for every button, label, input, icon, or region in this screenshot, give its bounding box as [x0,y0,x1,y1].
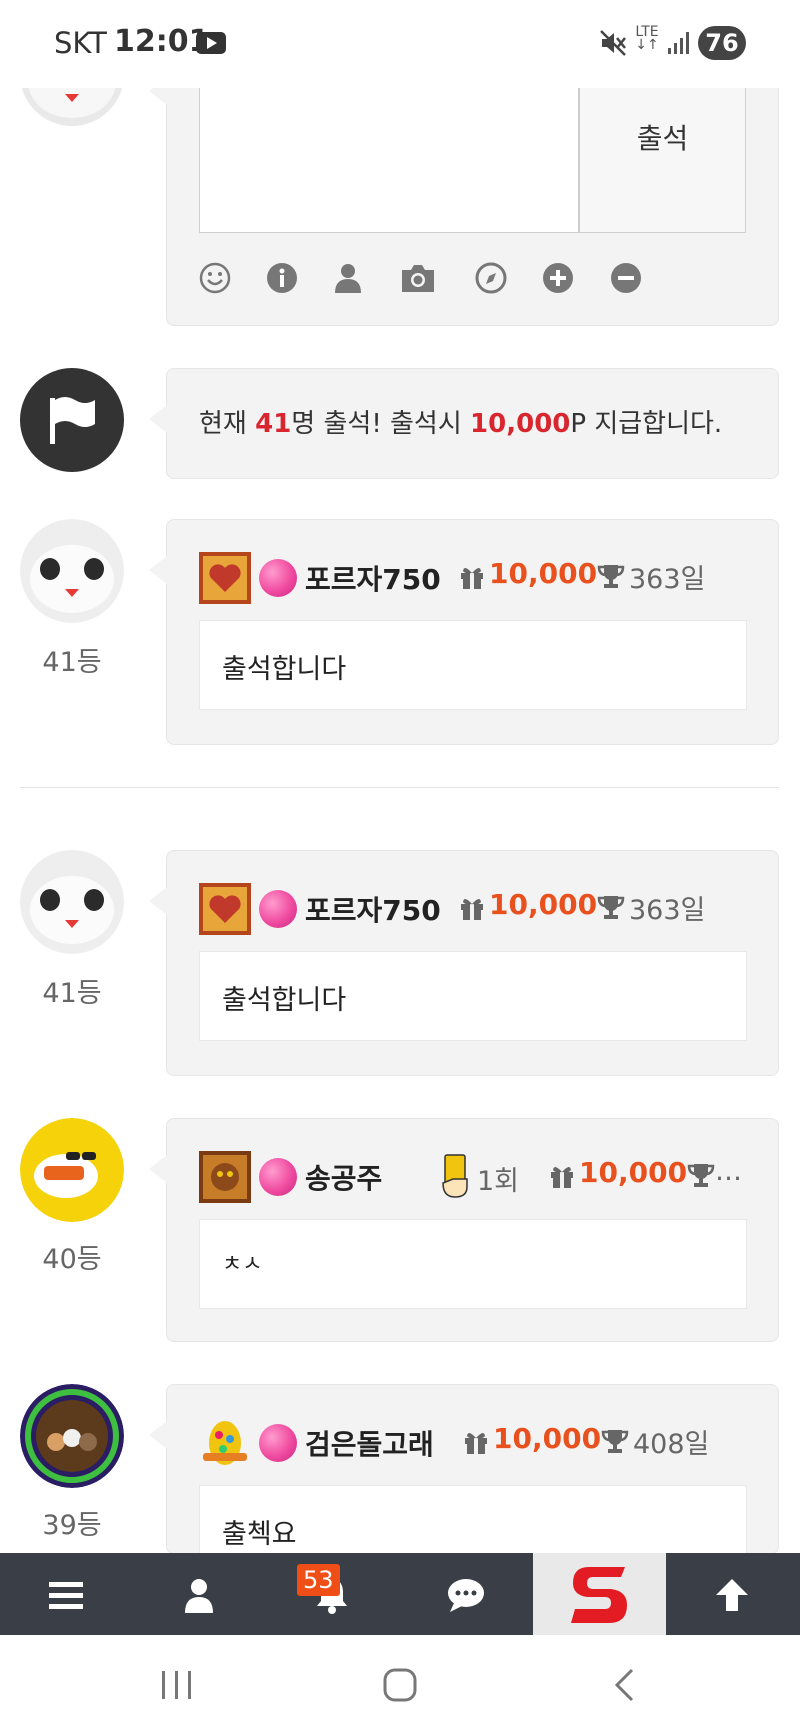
gift-icon [461,898,483,920]
menu-icon [49,1582,83,1609]
rank-label: 39등 [42,1510,102,1541]
mute-icon [600,30,626,56]
rank-label: 40등 [42,1244,102,1275]
battery-level: 76 [698,26,746,60]
gift-icon [551,1166,573,1188]
level-badge-icon [199,883,251,935]
rank-label: 41등 [42,647,102,678]
carrier-label: SKT [54,26,107,60]
trophy-icon [597,896,625,919]
trophy-icon [687,1164,715,1187]
info-icon[interactable] [265,261,299,295]
entry-message: 출석합니다 [222,654,347,685]
plus-circle-icon[interactable] [541,261,575,295]
bottom-nav [0,1553,800,1635]
attendance-entry: 송공주 1회 10,000 … ㅊㅅ [149,1118,779,1342]
attendance-days: 363일 [629,895,706,926]
chat-icon [448,1579,484,1612]
points-value: 10,000 [579,1156,688,1189]
points-value: 10,000 [493,1422,602,1455]
user-icon [185,1579,213,1613]
trophy-icon [601,1430,629,1453]
grade-icon [259,890,297,928]
attendance-entry: 포르자750 10,000 363일 출석합니다 [149,850,779,1076]
attendance-notice: 현재 41명 출석! 출석시 10,000P 지급합니다. [149,368,779,479]
nickname[interactable]: 포르자750 [305,889,441,929]
recent-apps-icon[interactable] [160,1669,194,1701]
attendance-entry: 검은돌고래 10,000 408일 출첵요 [149,1384,779,1575]
smile-icon[interactable] [198,261,232,295]
points-value: 10,000 [489,557,598,590]
signal-icon [668,32,689,54]
site-logo [571,1567,627,1623]
compass-icon[interactable] [474,261,508,295]
chat-button[interactable] [400,1553,532,1635]
entry-message-box: 출석합니다 [199,951,747,1041]
nickname[interactable]: 포르자750 [305,558,441,598]
avatar [20,519,124,623]
attendance-days: … [715,1156,742,1187]
entry-message-box: ㅊㅅ [199,1219,747,1309]
youtube-icon [196,32,226,54]
grade-icon [259,559,297,597]
notice-avatar [20,368,124,472]
network-type: LTE ↓↑ [635,24,659,53]
back-icon[interactable] [612,1667,636,1703]
site-logo-button[interactable] [533,1553,666,1635]
entry-message: ㅊㅅ [222,1252,263,1277]
gift-icon [461,567,483,589]
notice-text: 현재 41명 출석! 출석시 10,000P 지급합니다. [199,409,723,439]
card-count: 1회 [477,1166,520,1197]
entry-message-box: 출석합니다 [199,620,747,710]
profile-button[interactable] [133,1553,265,1635]
menu-button[interactable] [0,1553,132,1635]
avatar [20,850,124,954]
attendance-days: 363일 [629,564,706,595]
nickname[interactable]: 검은돌고래 [305,1423,434,1463]
minus-circle-icon[interactable] [609,261,643,295]
entry-message: 출석합니다 [222,985,347,1016]
notification-badge: 53 [297,1564,340,1596]
camera-icon[interactable] [399,261,437,295]
level-badge-icon [199,552,251,604]
points-value: 10,000 [489,888,598,921]
gift-icon [465,1432,487,1454]
avatar [20,1118,124,1222]
flag-icon [50,397,95,444]
user-icon[interactable] [331,261,365,295]
grade-icon [259,1158,297,1196]
grade-icon [259,1424,297,1462]
scroll-top-button[interactable] [666,1553,800,1635]
nickname[interactable]: 송공주 [305,1157,382,1197]
divider [20,787,779,788]
avatar [20,1384,124,1488]
attendance-entry: 포르자750 10,000 363일 출석합니다 [149,519,779,745]
entry-message: 출첵요 [222,1519,297,1550]
attendance-days: 408일 [633,1429,710,1460]
level-badge-icon [199,1151,251,1203]
rank-label: 41등 [42,978,102,1009]
status-bar: SKT 12:01 LTE ↓↑ 76 [0,0,800,88]
home-icon[interactable] [382,1667,418,1703]
yellow-card-icon [442,1154,468,1198]
level-badge-icon [203,1421,247,1465]
trophy-icon [597,565,625,588]
arrow-up-icon [716,1579,748,1611]
system-navigation-bar [0,1635,800,1734]
